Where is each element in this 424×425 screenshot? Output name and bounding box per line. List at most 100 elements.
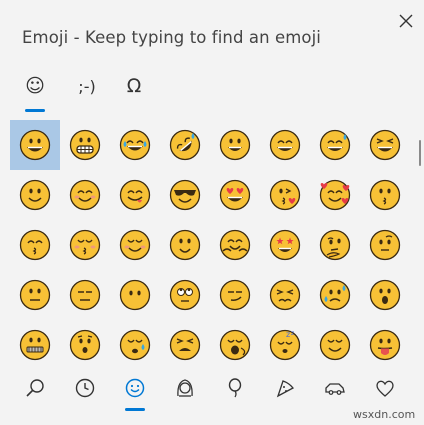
emoji-sleeping[interactable]: zz: [260, 320, 310, 366]
zipper-mouth-icon: [19, 329, 51, 361]
emoji-sleepy[interactable]: [110, 320, 160, 366]
emoji-heart-eyes[interactable]: [210, 170, 260, 220]
emoji-thinking[interactable]: [310, 220, 360, 270]
emoji-grimacing[interactable]: [60, 120, 110, 170]
category-bar: [10, 372, 410, 412]
emoji-tired[interactable]: [160, 320, 210, 366]
emoji-star-struck[interactable]: [260, 220, 310, 270]
emoji-open-mouth[interactable]: [360, 270, 410, 320]
emoji-hushed[interactable]: [60, 320, 110, 366]
pizza-icon: [276, 380, 294, 398]
close-button[interactable]: [396, 11, 416, 31]
svg-text:z: z: [291, 330, 294, 337]
kissing-closed-eyes-icon: [69, 229, 101, 261]
no-mouth-icon: [119, 279, 151, 311]
smile-icon: [269, 129, 301, 161]
neutral-icon: [19, 279, 51, 311]
emoji-sweat-smile[interactable]: [310, 120, 360, 170]
emoji-grid: zz: [10, 120, 410, 366]
scrollbar-thumb[interactable]: [419, 140, 421, 166]
yum-icon: [119, 179, 151, 211]
tired-icon: [169, 329, 201, 361]
emoji-grinning[interactable]: [10, 120, 60, 170]
kissing-icon: [369, 179, 401, 211]
thinking-icon: [319, 229, 351, 261]
emoji-grid-viewport: zz: [0, 116, 424, 366]
emoji-rolling-eyes[interactable]: [160, 270, 210, 320]
hugging-icon: [219, 229, 251, 261]
emoji-slightly-smiling[interactable]: [10, 170, 60, 220]
star-struck-icon: [269, 229, 301, 261]
emoji-persevere[interactable]: [260, 270, 310, 320]
emoji-relaxed[interactable]: [110, 220, 160, 270]
car-icon: [325, 383, 345, 395]
emoji-kissing-closed-eyes[interactable]: [60, 220, 110, 270]
category-transportation-and-places[interactable]: [310, 372, 360, 404]
emoji-neutral[interactable]: [10, 270, 60, 320]
heart-icon: [376, 380, 394, 397]
laughing-icon: [369, 129, 401, 161]
emoji-sunglasses[interactable]: [160, 170, 210, 220]
emoji-stuck-out-tongue[interactable]: [360, 320, 410, 366]
persevere-icon: [269, 279, 301, 311]
category-symbols[interactable]: [360, 372, 410, 404]
category-smileys-and-animals[interactable]: [110, 372, 160, 411]
category-people[interactable]: [160, 372, 210, 404]
emoji-smiley[interactable]: [210, 120, 260, 170]
balloon-icon: [228, 378, 242, 398]
sunglasses-icon: [169, 179, 201, 211]
svg-text:z: z: [286, 330, 290, 339]
grinning-icon: [19, 129, 51, 161]
emoji-kissing[interactable]: [360, 170, 410, 220]
hushed-icon: [69, 329, 101, 361]
category-search[interactable]: [10, 372, 60, 404]
person-icon: [177, 379, 193, 397]
sweat-smile-icon: [319, 129, 351, 161]
panel-title: Emoji - Keep typing to find an emoji: [22, 28, 321, 47]
kaomoji-tab-icon: ;-): [78, 76, 96, 96]
emoji-kissing-smiling-eyes[interactable]: [10, 220, 60, 270]
emoji-smirk[interactable]: [210, 270, 260, 320]
watermark: wsxdn.com: [353, 408, 416, 421]
expressionless-icon: [69, 279, 101, 311]
close-icon: [399, 14, 413, 28]
disappointed-relieved-icon: [319, 279, 351, 311]
emoji-no-mouth[interactable]: [110, 270, 160, 320]
kissing-heart-icon: [269, 179, 301, 211]
category-recently-used[interactable]: [60, 372, 110, 404]
emoji-smiling-face-with-hearts[interactable]: [310, 170, 360, 220]
emoji-rolling-on-floor-laughing[interactable]: [160, 120, 210, 170]
slightly-smiling-icon: [19, 179, 51, 211]
emoji-expressionless[interactable]: [60, 270, 110, 320]
omega-tab-icon: Ω: [126, 75, 142, 97]
slightly-smiling-face-icon: [169, 229, 201, 261]
tab-kaomoji[interactable]: ;-): [70, 70, 104, 102]
smiley-icon: [219, 129, 251, 161]
search-icon: [26, 379, 44, 397]
emoji-zipper-mouth[interactable]: [10, 320, 60, 366]
emoji-disappointed-relieved[interactable]: [310, 270, 360, 320]
category-food-and-plants[interactable]: [260, 372, 310, 404]
kissing-smiling-eyes-icon: [19, 229, 51, 261]
emoji-blush[interactable]: [60, 170, 110, 220]
emoji-relieved[interactable]: [310, 320, 360, 366]
emoji-smile[interactable]: [260, 120, 310, 170]
grimacing-icon: [69, 129, 101, 161]
emoji-laughing[interactable]: [360, 120, 410, 170]
relieved-icon: [319, 329, 351, 361]
emoji-slightly-smiling-face[interactable]: [160, 220, 210, 270]
emoji-yum[interactable]: [110, 170, 160, 220]
emoji-joy[interactable]: [110, 120, 160, 170]
sleepy-icon: [119, 329, 151, 361]
emoji-face-with-raised-eyebrow[interactable]: [360, 220, 410, 270]
emoji-hugging[interactable]: [210, 220, 260, 270]
tab-emoji[interactable]: ☺: [20, 70, 50, 112]
category-celebrations-and-objects[interactable]: [210, 372, 260, 404]
rolling-eyes-icon: [169, 279, 201, 311]
smiley-tab-icon: ☺: [25, 75, 45, 97]
face-with-raised-eyebrow-icon: [369, 229, 401, 261]
emoji-yawning[interactable]: [210, 320, 260, 366]
emoji-kissing-heart[interactable]: [260, 170, 310, 220]
joy-icon: [119, 129, 151, 161]
tab-symbols[interactable]: Ω: [120, 70, 148, 102]
